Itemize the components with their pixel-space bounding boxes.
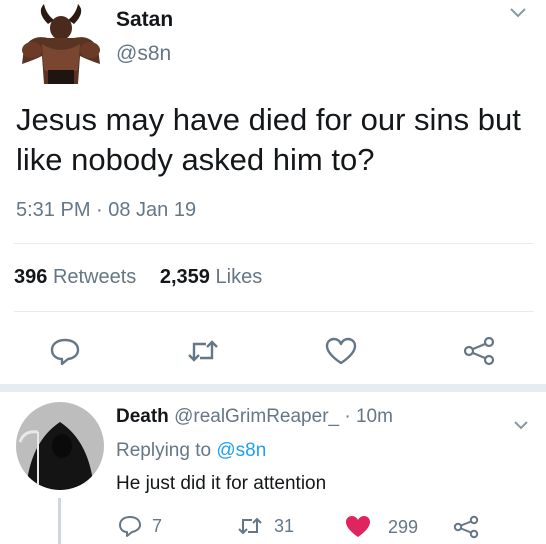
thread-line bbox=[58, 498, 61, 544]
grim-reaper-avatar-image bbox=[16, 402, 104, 490]
share-icon bbox=[453, 515, 479, 539]
reply-time[interactable]: 10m bbox=[356, 406, 393, 427]
reply-author-name[interactable]: Death bbox=[116, 406, 169, 427]
replying-to-link[interactable]: @s8n bbox=[216, 440, 266, 461]
chevron-down-icon[interactable] bbox=[508, 6, 528, 20]
reply-like-count: 299 bbox=[388, 516, 419, 537]
like-icon[interactable] bbox=[324, 336, 358, 366]
retweet-icon bbox=[238, 517, 262, 535]
retweets-count[interactable]: 396 bbox=[14, 266, 47, 288]
reply-reply-count: 7 bbox=[152, 515, 163, 536]
satan-avatar-image bbox=[18, 4, 104, 88]
tweet-stats: 396 Retweets 2,359 Likes bbox=[14, 266, 262, 289]
avatar-death[interactable] bbox=[16, 402, 104, 490]
likes-count[interactable]: 2,359 bbox=[160, 266, 210, 288]
author-name[interactable]: Satan bbox=[116, 8, 173, 32]
divider bbox=[14, 243, 534, 244]
reply-author-handle[interactable]: @realGrimReaper_ bbox=[174, 406, 339, 427]
replying-prefix: Replying to bbox=[116, 440, 212, 461]
avatar-satan[interactable] bbox=[18, 4, 104, 88]
reply-like-action[interactable]: 299 bbox=[344, 515, 418, 539]
retweets-label[interactable]: Retweets bbox=[53, 266, 136, 288]
author-handle[interactable]: @s8n bbox=[116, 42, 171, 66]
reply-icon bbox=[119, 516, 141, 537]
section-separator bbox=[0, 384, 546, 392]
reply-reply-action[interactable]: 7 bbox=[118, 515, 162, 537]
reply-share-action[interactable] bbox=[452, 515, 480, 539]
retweet-icon[interactable] bbox=[186, 336, 220, 366]
replying-to: Replying to @s8n bbox=[116, 440, 266, 462]
share-icon[interactable] bbox=[462, 336, 496, 366]
reply-icon[interactable] bbox=[48, 336, 82, 366]
like-icon bbox=[346, 516, 370, 537]
tweet-timestamp[interactable]: 5:31 PM · 08 Jan 19 bbox=[16, 199, 196, 222]
reply-text: He just did it for attention bbox=[116, 473, 327, 494]
reply-header: Death @realGrimReaper_ · 10m bbox=[116, 406, 393, 428]
likes-label[interactable]: Likes bbox=[216, 266, 263, 288]
tweet-text: Jesus may have died for our sins but lik… bbox=[16, 102, 521, 177]
reply-retweet-action[interactable]: 31 bbox=[236, 515, 294, 537]
reply-retweet-count: 31 bbox=[274, 515, 295, 536]
reply-separator: · bbox=[344, 406, 351, 427]
divider bbox=[14, 311, 534, 312]
chevron-down-icon[interactable] bbox=[512, 418, 530, 430]
